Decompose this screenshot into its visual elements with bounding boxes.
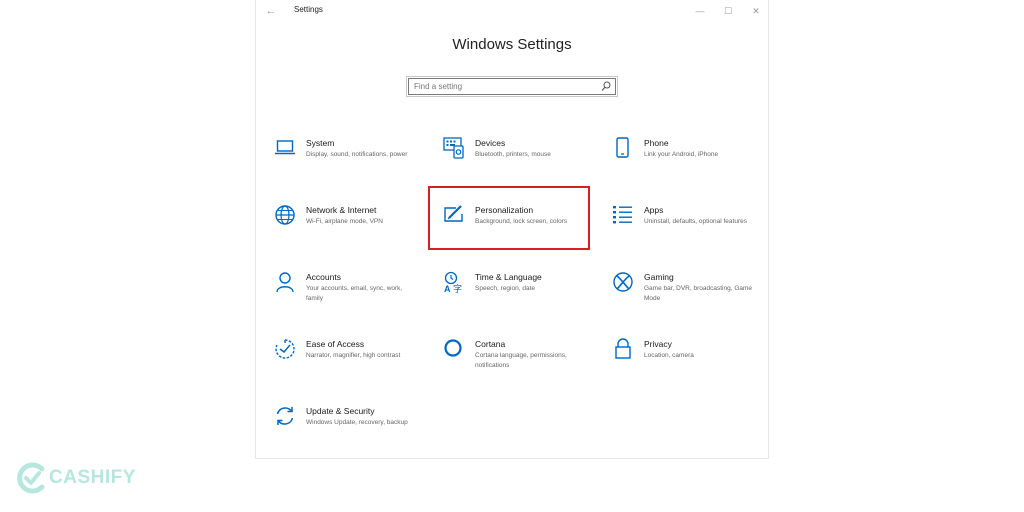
tile-description: Uninstall, defaults, optional features <box>644 218 747 225</box>
tile-devices[interactable]: Devices Bluetooth, printers, mouse <box>443 137 593 187</box>
tile-privacy[interactable]: Privacy Location, camera <box>612 338 762 388</box>
tile-name: Network & Internet <box>306 205 377 215</box>
maximize-button[interactable]: ☐ <box>720 3 736 19</box>
update-sync-icon <box>276 407 294 425</box>
tile-name: Cortana <box>475 339 506 349</box>
tile-ease-of-access[interactable]: Ease of Access Narrator, magnifier, high… <box>274 338 424 388</box>
close-button[interactable]: ✕ <box>748 3 764 19</box>
tile-name: Gaming <box>644 272 674 282</box>
tile-name: Apps <box>644 205 664 215</box>
minimize-button[interactable]: — <box>692 3 708 19</box>
back-arrow-icon[interactable]: ← <box>264 4 278 18</box>
cashify-logo-icon <box>17 462 45 494</box>
search-input[interactable] <box>414 80 594 93</box>
highlight-box <box>428 186 590 250</box>
watermark-text: CASHIFY <box>49 467 136 488</box>
svg-text:字: 字 <box>453 283 462 293</box>
page-title: Windows Settings <box>452 36 572 53</box>
svg-text:A: A <box>444 284 451 293</box>
tile-network[interactable]: Network & Internet Wi-Fi, airplane mode,… <box>274 204 424 254</box>
keyboard-icon <box>443 137 464 159</box>
laptop-icon <box>275 140 295 155</box>
tile-description: Display, sound, notifications, power <box>306 151 408 158</box>
tile-name: Privacy <box>644 339 672 349</box>
window-title: Settings <box>294 5 323 14</box>
tile-description: Link your Android, iPhone <box>644 151 719 158</box>
search-box[interactable] <box>406 76 618 97</box>
cashify-watermark: CASHIFY <box>17 460 136 496</box>
tile-apps[interactable]: Apps Uninstall, defaults, optional featu… <box>612 204 762 254</box>
tile-accounts[interactable]: Accounts Your accounts, email, sync, wor… <box>274 271 424 321</box>
tile-name: Time & Language <box>475 272 542 282</box>
cortana-circle-icon <box>444 339 462 357</box>
tile-description: Bluetooth, printers, mouse <box>475 151 551 158</box>
globe-icon <box>275 205 295 225</box>
person-icon <box>276 272 294 293</box>
tile-description: Game bar, DVR, broadcasting, Game Mode <box>644 285 753 302</box>
tile-name: Devices <box>475 138 506 148</box>
tile-description: Wi-Fi, airplane mode, VPN <box>306 218 383 225</box>
tile-description: Location, camera <box>644 352 694 359</box>
tile-cortana[interactable]: Cortana Cortana language, permissions, n… <box>443 338 593 388</box>
tile-name: System <box>306 138 335 148</box>
xbox-icon <box>613 272 633 292</box>
phone-icon <box>616 137 629 158</box>
tile-time-language[interactable]: A 字 Time & Language Speech, region, date <box>443 271 593 321</box>
time-language-icon: A 字 <box>444 271 462 293</box>
tile-description: Windows Update, recovery, backup <box>306 419 408 426</box>
tile-name: Accounts <box>306 272 341 282</box>
tile-name: Phone <box>644 138 669 148</box>
tile-description: Speech, region, date <box>475 285 535 292</box>
tile-gaming[interactable]: Gaming Game bar, DVR, broadcasting, Game… <box>612 271 762 321</box>
tile-name: Update & Security <box>306 406 375 416</box>
tile-name: Ease of Access <box>306 339 365 349</box>
tile-description: Narrator, magnifier, high contrast <box>306 352 401 359</box>
title-bar: ← Settings — ☐ ✕ <box>256 0 768 22</box>
tile-phone[interactable]: Phone Link your Android, iPhone <box>612 137 762 187</box>
apps-list-icon <box>613 206 632 224</box>
tile-update-security[interactable]: Update & Security Windows Update, recove… <box>274 405 424 455</box>
tile-description: Your accounts, email, sync, work, family <box>306 285 403 302</box>
tile-system[interactable]: System Display, sound, notifications, po… <box>274 137 424 187</box>
ease-of-access-icon <box>275 339 295 359</box>
search-icon[interactable] <box>601 81 611 92</box>
lock-icon <box>615 338 631 359</box>
tile-description: Cortana language, permissions, notificat… <box>475 352 567 369</box>
